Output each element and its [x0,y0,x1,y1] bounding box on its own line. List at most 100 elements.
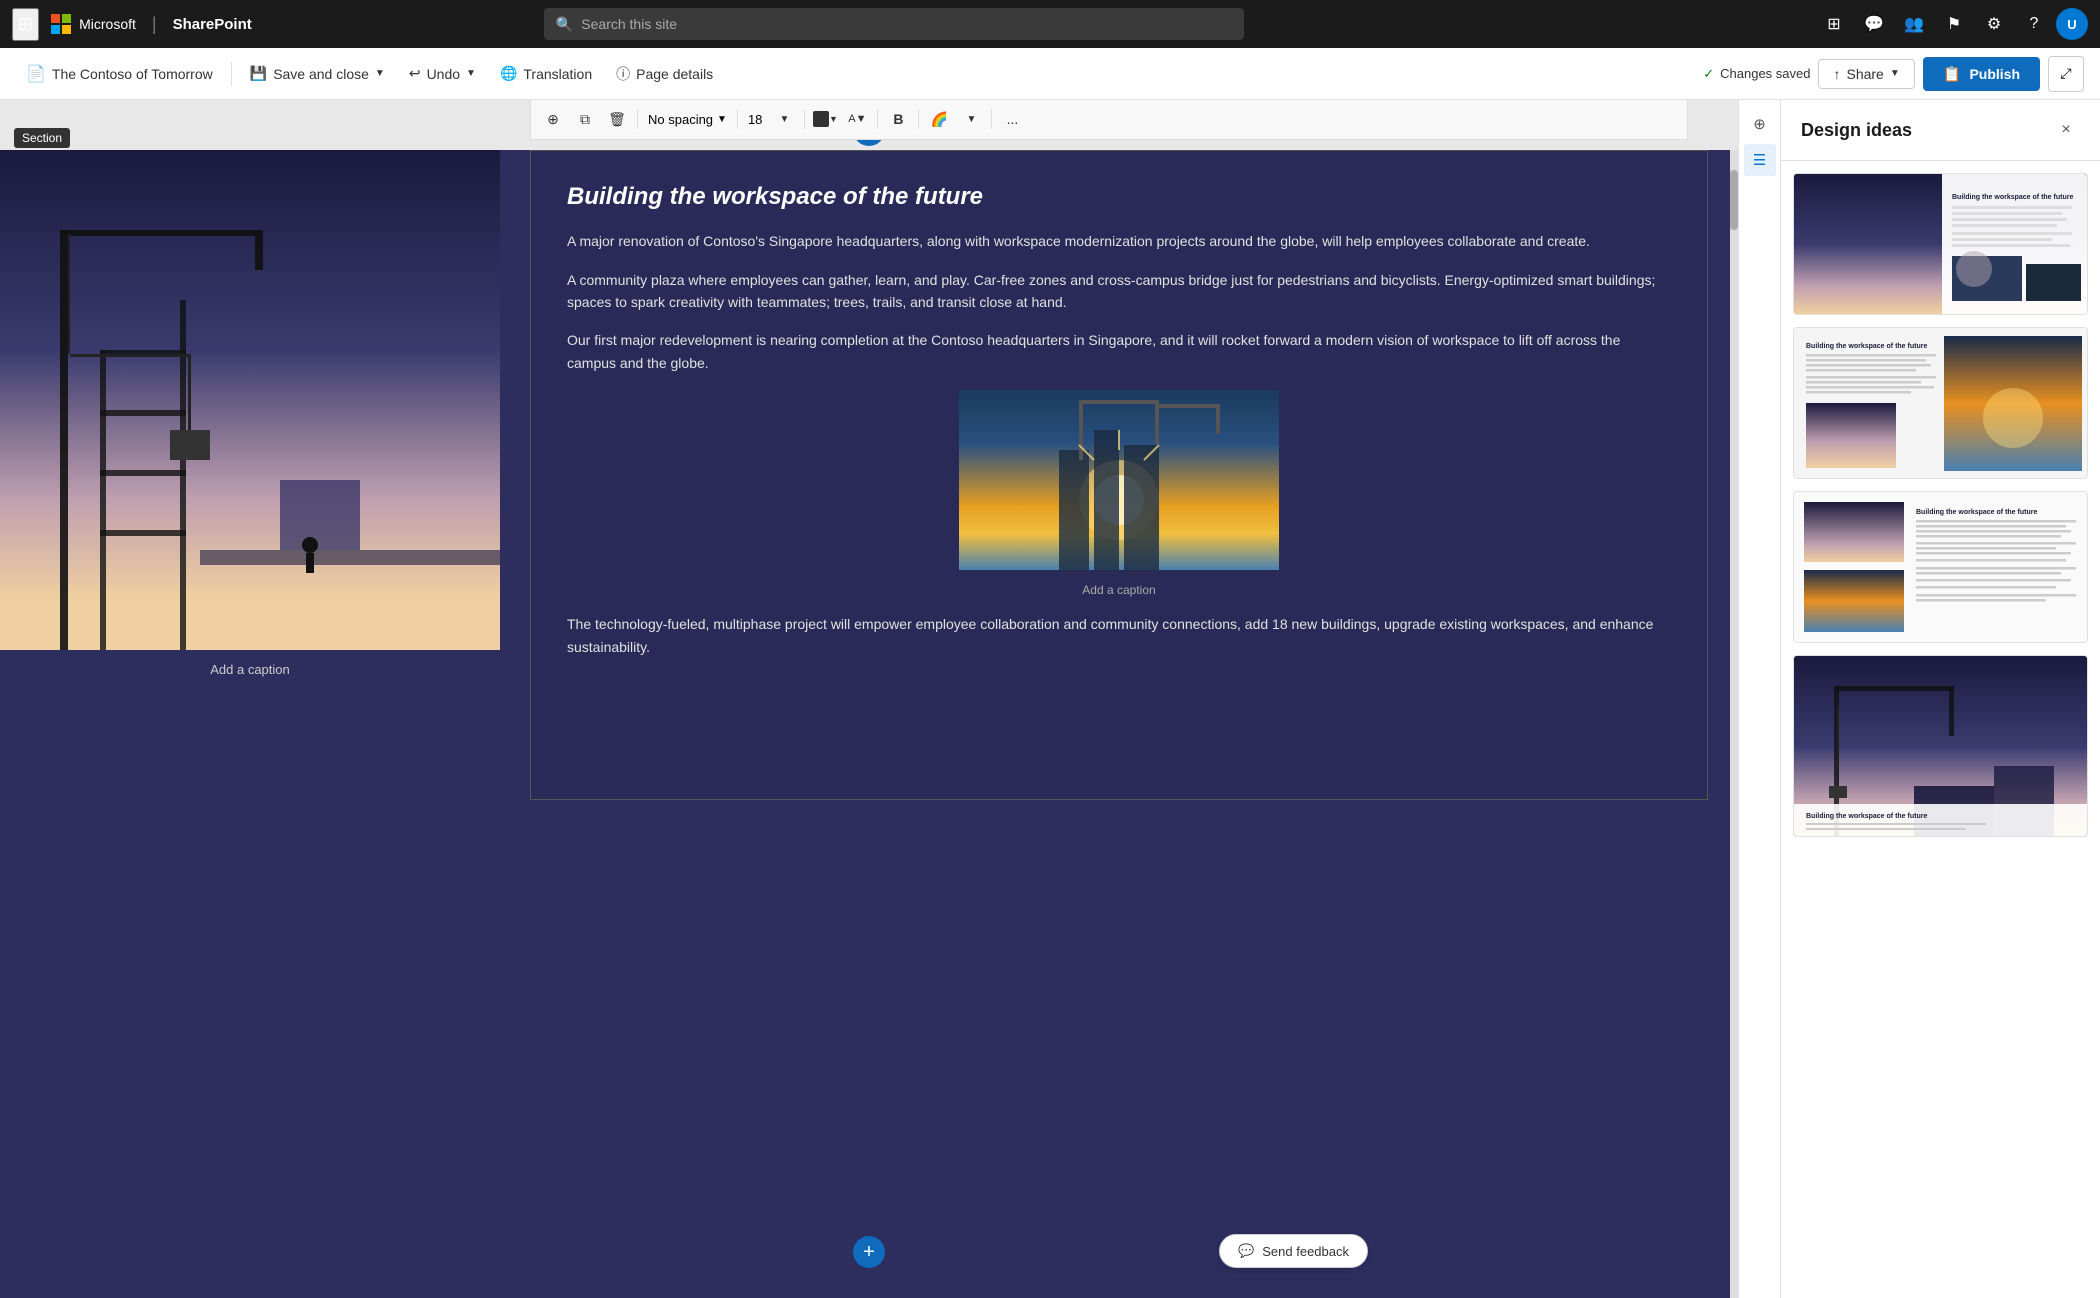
tt-sep-2 [737,109,738,129]
search-icon: 🔍 [556,16,573,33]
design-ideas-close-btn[interactable]: × [2052,116,2080,144]
section-label: Section [14,128,70,148]
text-highlight-btn[interactable]: A▼ [843,105,871,133]
move-icon-btn[interactable]: ⊕ [539,105,567,133]
tt-sep-1 [637,109,638,129]
article-para-2[interactable]: A community plaza where employees can ga… [567,269,1671,314]
publish-btn[interactable]: 📋 Publish [1923,57,2040,91]
tt-sep-5 [918,109,919,129]
people-icon[interactable]: 👥 [1896,6,1932,42]
add-web-part-btn[interactable]: ⊕ [1744,108,1776,140]
scrollbar-track[interactable] [1730,150,1738,1298]
tt-sep-3 [804,109,805,129]
svg-text:Building the workspace of the: Building the workspace of the future [1806,813,1927,820]
avatar[interactable]: U [2056,8,2088,40]
details-icon: ⓘ [616,64,630,84]
article-para-4[interactable]: The technology-fueled, multiphase projec… [567,613,1671,658]
settings-icon[interactable]: ⚙ [1976,6,2012,42]
di-card-svg-4: Building the workspace of the future [1794,656,2087,836]
page-icon: 📄 [26,64,46,84]
expand-collapse-btn[interactable]: ⤢ [2048,56,2084,92]
more-options-btn[interactable]: ... [998,105,1026,133]
bold-btn[interactable]: B [884,105,912,133]
article-para-3[interactable]: Our first major redevelopment is nearing… [567,329,1671,374]
di-card-svg-3: Building the workspace of the future [1794,492,2087,642]
emoji-icon-btn[interactable]: 🌈 [925,105,953,133]
inline-crane-svg [959,390,1279,570]
article-image-caption[interactable]: Add a caption [567,583,1671,597]
copy-icon-btn[interactable]: ⧉ [571,105,599,133]
toolbar-sep-1 [231,62,232,86]
page-details-btn[interactable]: ⓘ Page details [606,58,723,90]
article-title[interactable]: Building the workspace of the future [567,181,1671,212]
font-size-dropdown-btn[interactable]: ▼ [770,105,798,133]
left-image[interactable] [0,150,500,650]
toolbar-right: ✓ Changes saved ↑ Share ▼ 📋 Publish ⤢ [1703,56,2084,92]
flag-icon[interactable]: ⚑ [1936,6,1972,42]
design-ideas-header: Design ideas × [1781,100,2100,161]
svg-text:Building the workspace of the: Building the workspace of the future [1952,194,2073,201]
di-card-svg-2: Building the workspace of the future [1794,328,2087,478]
style-select[interactable]: No spacing ▼ [644,112,731,127]
ms-label: Microsoft [79,16,136,32]
left-column: Add a caption [0,150,500,1298]
text-format-toolbar: ⊕ ⧉ 🗑 No spacing ▼ 18 ▼ ▼ [530,100,1688,140]
design-idea-card-2[interactable]: Building the workspace of the future [1793,327,2088,479]
editor-area: Section + [0,100,1738,1298]
translation-btn[interactable]: 🌐 Translation [490,59,602,88]
design-idea-card-4[interactable]: Building the workspace of the future [1793,655,2088,837]
undo-icon: ↩ [409,65,421,82]
send-feedback-btn[interactable]: 💬 Send feedback [1219,1234,1368,1268]
article-text-panel[interactable]: Building the workspace of the future A m… [530,150,1708,800]
article-content: Building the workspace of the future A m… [531,151,1707,704]
save-dropdown-icon: ▼ [375,68,385,79]
nav-pipe: | [152,14,157,35]
two-col-section: Add a caption ⊕ ⧉ 🗑 No spacing ▼ 18 [0,150,1738,1298]
undo-btn[interactable]: ↩ Undo ▼ [399,59,486,88]
style-chevron: ▼ [717,114,727,125]
search-bar[interactable]: 🔍 [544,8,1244,40]
article-para-1[interactable]: A major renovation of Contoso's Singapor… [567,230,1671,252]
add-section-bottom-btn[interactable]: + [853,1236,885,1268]
font-size-display: 18 [744,112,766,127]
feedback-icon: 💬 [1238,1243,1254,1259]
undo-dropdown-icon: ▼ [466,68,476,79]
save-close-btn[interactable]: 💾 Save and close ▼ [240,59,395,88]
scrollbar-thumb[interactable] [1730,170,1738,230]
design-ideas-title: Design ideas [1801,120,1912,141]
svg-text:Building the workspace of the: Building the workspace of the future [1916,509,2037,516]
delete-icon-btn[interactable]: 🗑 [603,105,631,133]
di-card-image-1: Building the workspace of the future [1794,174,2087,314]
publish-icon: 📋 [1943,65,1962,83]
design-idea-card-3[interactable]: Building the workspace of the future [1793,491,2088,643]
article-image-container[interactable]: Add a caption [567,390,1671,597]
design-ideas-panel: Design ideas × [1780,100,2100,1298]
design-idea-card-1[interactable]: Building the workspace of the future [1793,173,2088,315]
share-icon: ↑ [1833,66,1840,82]
right-icon-strip: ⊕ ☰ [1738,100,1780,1298]
microsoft-logo[interactable]: Microsoft [51,14,136,34]
check-icon: ✓ [1703,66,1714,82]
di-card-image-3: Building the workspace of the future [1794,492,2087,642]
search-input[interactable] [581,16,1232,32]
page-title-btn[interactable]: 📄 The Contoso of Tomorrow [16,58,223,90]
ms-logo-squares [51,14,71,34]
apps-icon[interactable]: ⊞ [1816,6,1852,42]
right-column: ⊕ ⧉ 🗑 No spacing ▼ 18 ▼ ▼ [500,150,1738,1298]
left-image-caption[interactable]: Add a caption [0,650,500,689]
di-card-image-2: Building the workspace of the future [1794,328,2087,478]
tt-sep-4 [877,109,878,129]
waffle-icon[interactable]: ⊞ [12,8,39,41]
share-dropdown-icon: ▼ [1890,68,1900,79]
nav-icons: ⊞ 💬 👥 ⚑ ⚙ ? U [1816,6,2088,42]
design-ideas-list: Building the workspace of the future [1781,161,2100,1298]
help-icon[interactable]: ? [2016,6,2052,42]
page-toolbar: 📄 The Contoso of Tomorrow 💾 Save and clo… [0,48,2100,100]
emoji-dropdown-btn[interactable]: ▼ [957,105,985,133]
chat-icon[interactable]: 💬 [1856,6,1892,42]
svg-text:Building the workspace of the: Building the workspace of the future [1806,343,1927,350]
design-ideas-strip-btn[interactable]: ☰ [1744,144,1776,176]
share-btn[interactable]: ↑ Share ▼ [1818,59,1914,89]
text-color-btn[interactable]: ▼ [811,105,839,133]
changes-saved-status: ✓ Changes saved [1703,66,1810,82]
